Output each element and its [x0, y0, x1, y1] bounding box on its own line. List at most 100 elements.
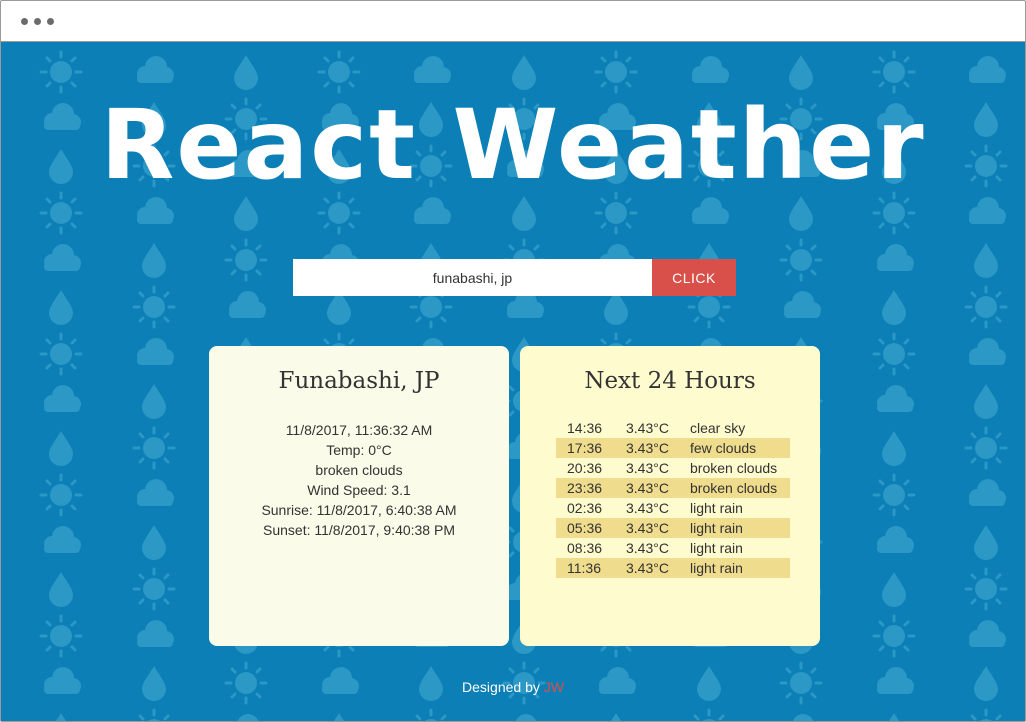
cloud-icon [44, 526, 81, 553]
forecast-desc: broken clouds [690, 480, 778, 496]
search-button[interactable]: CLICK [652, 259, 736, 296]
sun-icon [39, 50, 83, 94]
window-dot [47, 18, 54, 25]
cloud-icon [414, 56, 451, 83]
app-title: React Weather [100, 89, 926, 201]
sun-icon [132, 285, 176, 329]
sun-icon [594, 50, 638, 94]
sun-icon [964, 567, 1008, 611]
forecast-row: 08:36 3.43°C light rain [556, 538, 790, 558]
raindrop-icon [49, 431, 73, 466]
raindrop-icon [974, 243, 998, 278]
cloud-icon [877, 526, 914, 553]
forecast-temp: 3.43°C [626, 480, 669, 496]
sun-icon [872, 473, 916, 517]
forecast-temp: 3.43°C [626, 500, 669, 516]
forecast-time: 05:36 [567, 520, 603, 536]
sun-icon [964, 426, 1008, 470]
raindrop-icon [327, 713, 351, 721]
raindrop-icon [234, 55, 258, 90]
cloud-icon [44, 244, 81, 271]
city-search-input[interactable] [293, 259, 652, 296]
forecast-temp: 3.43°C [626, 460, 669, 476]
forecast-time: 17:36 [567, 440, 603, 456]
cloud-icon [969, 620, 1006, 647]
current-datetime: 11/8/2017, 11:36:32 AM [285, 422, 433, 438]
app-content: React Weather CLICK Funabashi, JP 11/8/2… [1, 42, 1025, 721]
forecast-row: 20:36 3.43°C broken clouds [556, 458, 790, 478]
current-temp: Temp: 0°C [326, 442, 392, 458]
sun-icon [132, 426, 176, 470]
raindrop-icon [789, 196, 813, 231]
forecast-row: 17:36 3.43°C few clouds [556, 438, 790, 458]
raindrop-icon [512, 55, 536, 90]
window-dot [21, 18, 28, 25]
footer-prefix: Designed by [462, 679, 540, 695]
forecast-temp: 3.43°C [626, 420, 669, 436]
cloud-icon [692, 197, 729, 224]
raindrop-icon [142, 243, 166, 278]
cloud-icon [969, 479, 1006, 506]
sun-icon [779, 238, 823, 282]
raindrop-icon [882, 572, 906, 607]
sun-icon [409, 708, 453, 721]
forecast-desc: broken clouds [690, 460, 778, 476]
sun-icon [872, 614, 916, 658]
cloud-icon [877, 385, 914, 412]
forecast-desc: light rain [690, 540, 743, 556]
forecast-row: 14:36 3.43°C clear sky [556, 418, 790, 438]
raindrop-icon [142, 525, 166, 560]
cloud-icon [137, 620, 174, 647]
footer: Designed by JW [1, 679, 1025, 695]
current-sunset: Sunset: 11/8/2017, 9:40:38 PM [263, 522, 455, 538]
cloud-icon [137, 56, 174, 83]
cloud-icon [44, 385, 81, 412]
raindrop-icon [234, 196, 258, 231]
forecast-temp: 3.43°C [626, 520, 669, 536]
raindrop-icon [974, 525, 998, 560]
cloud-icon [784, 291, 821, 318]
cloud-icon [969, 56, 1006, 83]
current-sunrise: Sunrise: 11/8/2017, 6:40:38 AM [261, 502, 457, 518]
sun-icon [224, 238, 268, 282]
raindrop-icon [974, 384, 998, 419]
raindrop-icon [882, 713, 906, 721]
sun-icon [964, 708, 1008, 721]
sun-icon [39, 614, 83, 658]
cloud-icon [137, 197, 174, 224]
sun-icon [39, 191, 83, 235]
cloud-icon [414, 197, 451, 224]
cloud-icon [969, 338, 1006, 365]
forecast-row: 05:36 3.43°C light rain [556, 518, 790, 538]
cloud-icon [784, 714, 821, 721]
forecast-desc: light rain [690, 560, 743, 576]
forecast-table: 14:36 3.43°C clear sky 17:36 3.43°C few … [556, 418, 790, 578]
sun-icon [39, 473, 83, 517]
raindrop-icon [604, 713, 628, 721]
sun-icon [132, 708, 176, 721]
raindrop-icon [882, 290, 906, 325]
cloud-icon [229, 291, 266, 318]
forecast-desc: light rain [690, 500, 743, 516]
cloud-icon [692, 56, 729, 83]
forecast-temp: 3.43°C [626, 440, 669, 456]
current-weather-details: 11/8/2017, 11:36:32 AM Temp: 0°C broken … [209, 420, 509, 540]
forecast-time: 02:36 [567, 500, 603, 516]
forecast-row: 11:36 3.43°C light rain [556, 558, 790, 578]
cloud-icon [877, 244, 914, 271]
cloud-icon [137, 338, 174, 365]
forecast-title: Next 24 Hours [584, 368, 756, 394]
cloud-icon [137, 479, 174, 506]
raindrop-icon [49, 713, 73, 721]
sun-icon [687, 708, 731, 721]
raindrop-icon [49, 572, 73, 607]
author-link[interactable]: JW [544, 679, 564, 695]
forecast-desc: clear sky [690, 420, 746, 436]
sun-icon [39, 332, 83, 376]
forecast-desc: few clouds [690, 440, 757, 456]
cloud-icon [229, 714, 266, 721]
current-wind: Wind Speed: 3.1 [307, 482, 411, 498]
browser-window: React Weather CLICK Funabashi, JP 11/8/2… [0, 0, 1026, 722]
cloud-icon [969, 197, 1006, 224]
sun-icon [872, 50, 916, 94]
